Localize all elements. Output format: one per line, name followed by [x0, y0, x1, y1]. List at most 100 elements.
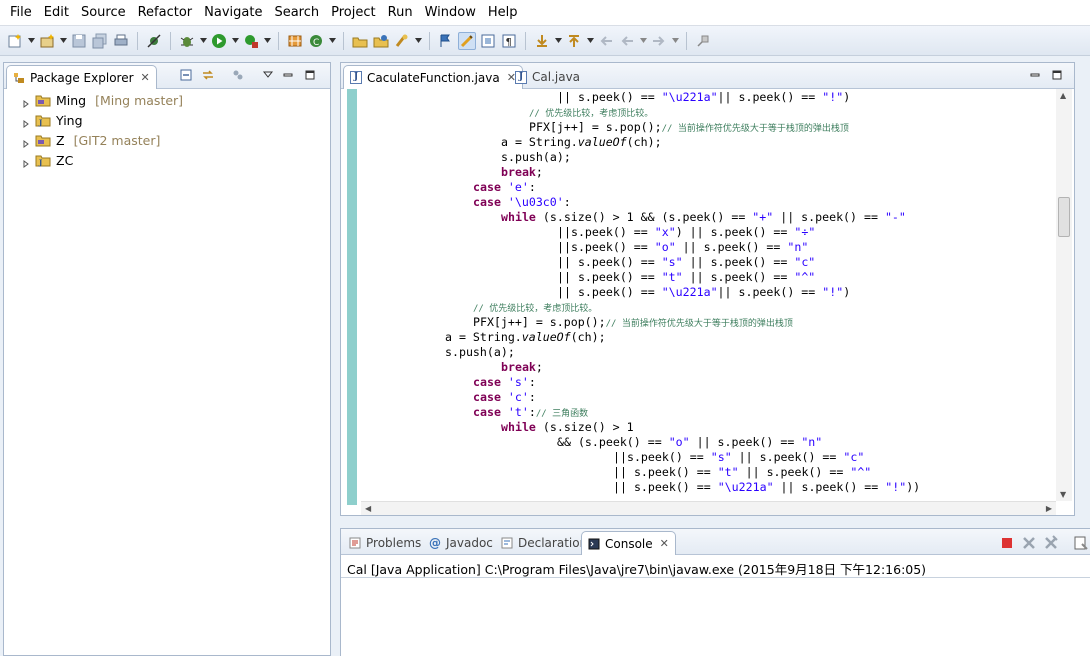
open-type-icon[interactable] [351, 32, 369, 50]
print-icon[interactable] [112, 32, 130, 50]
chevron-down-icon[interactable] [199, 32, 207, 50]
code-line[interactable]: while (s.size() > 1 && (s.peek() == "+" … [501, 210, 906, 225]
save-icon[interactable] [70, 32, 88, 50]
external-tools-icon[interactable] [242, 32, 260, 50]
terminate-icon[interactable] [999, 535, 1015, 551]
menu-edit[interactable]: Edit [38, 0, 75, 26]
last-edit-location-icon[interactable] [597, 32, 615, 50]
menu-source[interactable]: Source [75, 0, 132, 26]
remove-launch-icon[interactable] [1021, 535, 1037, 551]
search-icon[interactable] [393, 32, 411, 50]
code-line[interactable]: case 'e': [473, 180, 536, 195]
expand-arrow-icon[interactable] [22, 116, 30, 128]
show-whitespace-icon[interactable]: ¶ [500, 32, 518, 50]
tab-problems[interactable]: Problems [343, 531, 427, 555]
vertical-scrollbar[interactable]: ▲ ▼ [1056, 89, 1072, 501]
chevron-down-icon[interactable] [328, 32, 336, 50]
new-package-icon[interactable] [38, 32, 56, 50]
code-line[interactable]: s.push(a); [445, 345, 515, 360]
collapse-all-icon[interactable] [180, 69, 192, 81]
menu-window[interactable]: Window [419, 0, 482, 26]
tree-item-ming[interactable]: Ming [Ming master] [22, 91, 183, 109]
chevron-down-icon[interactable] [231, 32, 239, 50]
code-line[interactable]: PFX[j++] = s.pop();// 当前操作符优先级大于等于栈顶的弹出栈… [529, 120, 849, 135]
block-selection-icon[interactable] [479, 32, 497, 50]
tab-cal-java[interactable]: J Cal.java [509, 65, 586, 89]
code-line[interactable]: break; [501, 165, 543, 180]
minimize-icon[interactable] [1029, 69, 1041, 81]
run-icon[interactable] [210, 32, 228, 50]
scroll-thumb[interactable] [1058, 197, 1070, 237]
code-line[interactable]: ||s.peek() == "s" || s.peek() == "c" [613, 450, 864, 465]
code-line[interactable]: while (s.size() > 1 [501, 420, 634, 435]
focus-on-workset-icon[interactable] [232, 69, 244, 81]
horizontal-scrollbar[interactable]: ◀ ▶ [361, 501, 1056, 515]
scroll-right-icon[interactable]: ▶ [1046, 504, 1052, 513]
chevron-down-icon[interactable] [639, 32, 647, 50]
debug-icon[interactable] [178, 32, 196, 50]
code-line[interactable]: ||s.peek() == "x") || s.peek() == "÷" [557, 225, 815, 240]
forward-icon[interactable] [650, 32, 668, 50]
code-line[interactable]: // 优先级比较，考虑顶比较。 [529, 105, 653, 120]
code-line[interactable]: a = String.valueOf(ch); [501, 135, 662, 150]
menu-run[interactable]: Run [382, 0, 419, 26]
expand-arrow-icon[interactable] [22, 156, 30, 168]
tab-console[interactable]: Console ✕ [581, 531, 676, 555]
code-line[interactable]: case '\u03c0': [473, 195, 571, 210]
code-line[interactable]: case 'c': [473, 390, 536, 405]
close-icon[interactable]: ✕ [660, 537, 669, 550]
code-line[interactable]: break; [501, 360, 543, 375]
clear-console-icon[interactable] [1073, 535, 1089, 551]
code-line[interactable]: && (s.peek() == "o" || s.peek() == "n" [557, 435, 822, 450]
tree-item-ying[interactable]: J Ying [22, 111, 83, 129]
expand-arrow-icon[interactable] [22, 96, 30, 108]
back-icon[interactable] [618, 32, 636, 50]
chevron-down-icon[interactable] [27, 32, 35, 50]
tree-item-zc[interactable]: J ZC [22, 151, 73, 169]
code-line[interactable]: || s.peek() == "\u221a"|| s.peek() == "!… [557, 90, 850, 105]
menu-help[interactable]: Help [482, 0, 524, 26]
code-line[interactable]: case 's': [473, 375, 536, 390]
code-line[interactable]: || s.peek() == "s" || s.peek() == "c" [557, 255, 815, 270]
code-line[interactable]: || s.peek() == "t" || s.peek() == "^" [557, 270, 815, 285]
maximize-icon[interactable] [304, 69, 316, 81]
pin-editor-icon[interactable] [694, 32, 712, 50]
minimize-icon[interactable] [282, 69, 294, 81]
new-class-icon[interactable]: C [307, 32, 325, 50]
close-icon[interactable]: ✕ [141, 71, 150, 84]
previous-edit-location-icon[interactable] [565, 32, 583, 50]
toggle-mark-occurrences-icon[interactable] [458, 31, 476, 50]
tree-item-z[interactable]: Z [GIT2 master] [22, 131, 160, 149]
scroll-down-icon[interactable]: ▼ [1060, 490, 1066, 499]
remove-all-terminated-icon[interactable] [1043, 535, 1059, 551]
menu-project[interactable]: Project [325, 0, 381, 26]
scroll-up-icon[interactable]: ▲ [1060, 91, 1066, 100]
code-line[interactable]: case 't':// 三角函数 [473, 405, 588, 420]
scroll-left-icon[interactable]: ◀ [365, 504, 371, 513]
tab-caculatefunction-java[interactable]: J CaculateFunction.java ✕ [343, 65, 523, 89]
maximize-icon[interactable] [1051, 69, 1063, 81]
next-edit-location-icon[interactable] [533, 32, 551, 50]
tab-declaration[interactable]: Declaration [495, 531, 593, 555]
menu-refactor[interactable]: Refactor [132, 0, 199, 26]
code-line[interactable]: PFX[j++] = s.pop();// 当前操作符优先级大于等于栈顶的弹出栈… [473, 315, 793, 330]
code-area[interactable]: || s.peek() == "\u221a"|| s.peek() == "!… [387, 90, 1044, 499]
tab-package-explorer[interactable]: Package Explorer ✕ [6, 65, 157, 89]
menu-search[interactable]: Search [268, 0, 325, 26]
menu-navigate[interactable]: Navigate [198, 0, 268, 26]
new-icon[interactable] [6, 32, 24, 50]
chevron-down-icon[interactable] [554, 32, 562, 50]
code-line[interactable]: || s.peek() == "t" || s.peek() == "^" [613, 465, 871, 480]
code-line[interactable]: // 优先级比较，考虑顶比较。 [473, 300, 597, 315]
next-annotation-icon[interactable] [437, 32, 455, 50]
skip-breakpoints-icon[interactable] [145, 32, 163, 50]
expand-arrow-icon[interactable] [22, 136, 30, 148]
menu-file[interactable]: File [4, 0, 38, 26]
code-line[interactable]: ||s.peek() == "o" || s.peek() == "n" [557, 240, 808, 255]
chevron-down-icon[interactable] [59, 32, 67, 50]
chevron-down-icon[interactable] [263, 32, 271, 50]
save-all-icon[interactable] [91, 32, 109, 50]
new-java-project-icon[interactable] [286, 32, 304, 50]
code-line[interactable]: a = String.valueOf(ch); [445, 330, 606, 345]
link-with-editor-icon[interactable] [202, 69, 214, 81]
